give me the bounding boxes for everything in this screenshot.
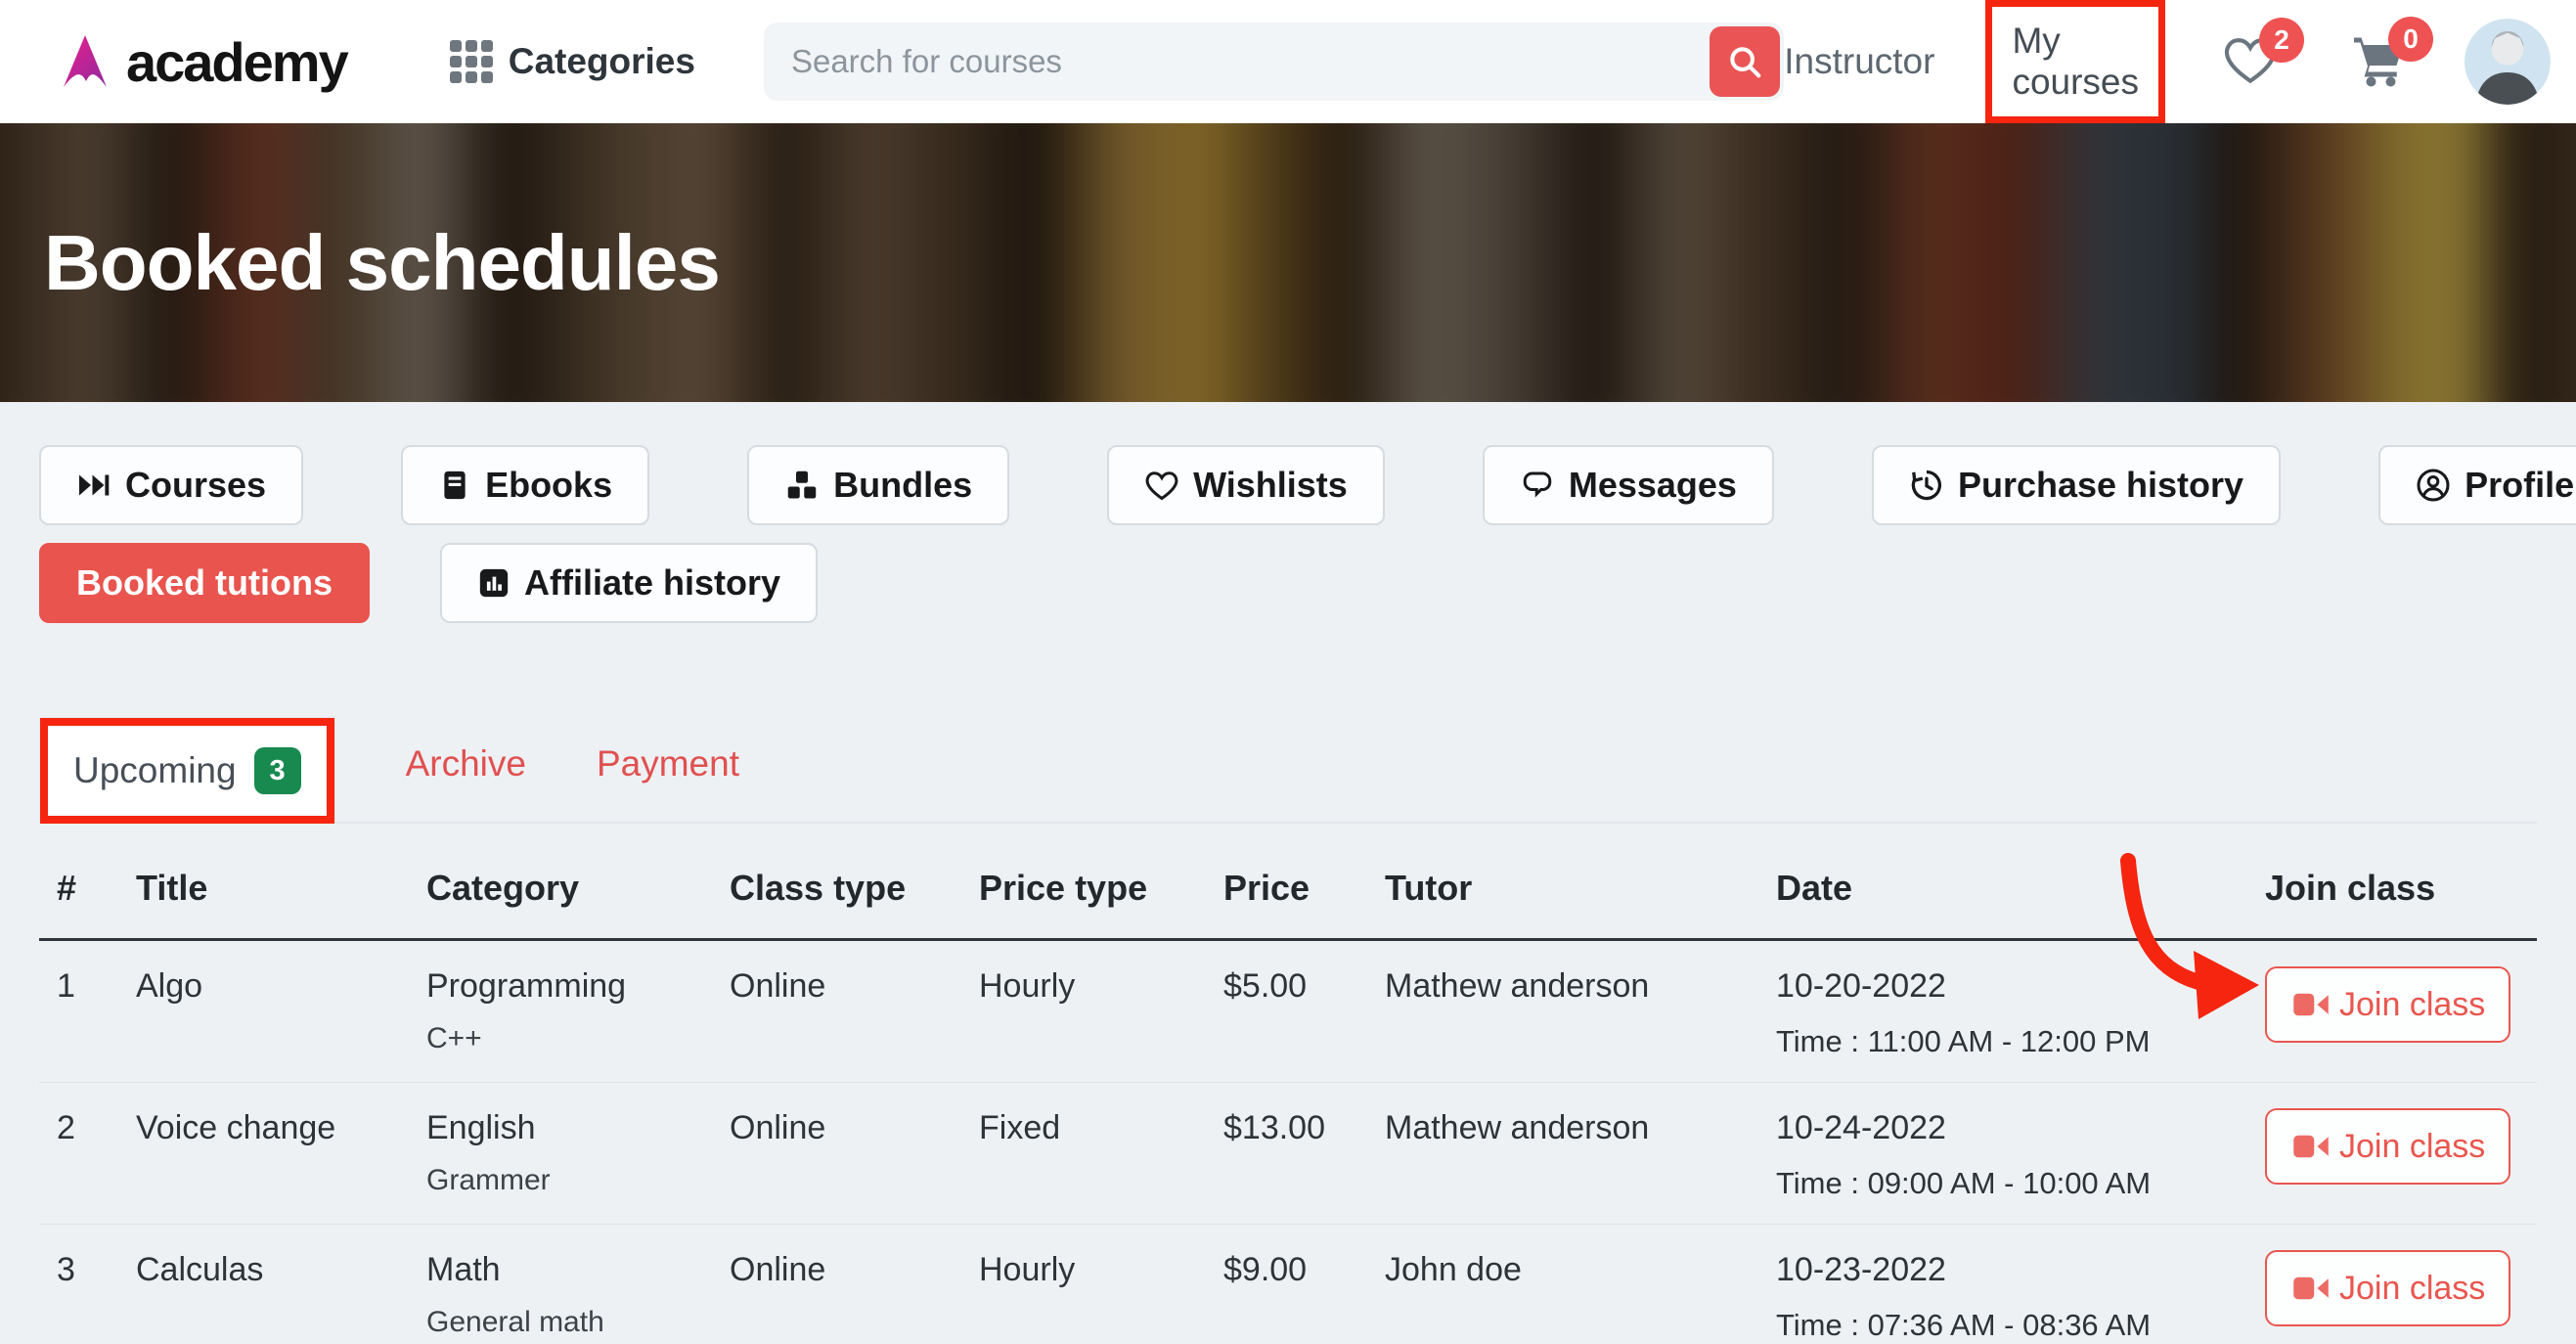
- account-menu-row-2: Booked tutions Affiliate history: [39, 543, 2537, 623]
- col-header-tutor: Tutor: [1369, 868, 1760, 938]
- booked-schedules-table: # Title Category Class type Price type P…: [39, 824, 2537, 1344]
- join-class-button[interactable]: Join class: [2265, 1108, 2510, 1185]
- col-header-price: Price: [1208, 868, 1369, 938]
- avatar-image: [2465, 19, 2551, 105]
- search-button[interactable]: [1710, 26, 1780, 97]
- col-header-num: #: [39, 868, 120, 938]
- account-menu-row-1: Courses Ebooks Bundles Wishlists: [39, 445, 2537, 525]
- col-header-class-type: Class type: [714, 868, 963, 938]
- heart-icon: [1144, 469, 1179, 502]
- academy-logo-icon: [54, 30, 116, 93]
- instructor-link[interactable]: Instructor: [1784, 41, 1934, 82]
- tab-upcoming-label: Upcoming: [73, 750, 237, 791]
- courses-icon: [76, 468, 111, 503]
- search-icon: [1726, 43, 1763, 80]
- cart-button[interactable]: 0: [2349, 32, 2408, 92]
- menu-item-purchase-history[interactable]: Purchase history: [1872, 445, 2281, 525]
- categories-label: Categories: [509, 41, 695, 82]
- schedule-tabs: Upcoming 3 Archive Payment: [39, 717, 2537, 824]
- cart-count-badge: 0: [2388, 17, 2433, 62]
- hero-banner: Booked schedules: [0, 123, 2576, 402]
- main-content: Courses Ebooks Bundles Wishlists: [0, 402, 2576, 1344]
- course-search-bar: [764, 22, 1784, 101]
- grid-icon: [450, 40, 493, 83]
- table-row: 1 Algo Programming C++ Online Hourly $5.…: [39, 941, 2537, 1083]
- table-row: 3 Calculas Math General math Online Hour…: [39, 1225, 2537, 1344]
- menu-item-bundles[interactable]: Bundles: [747, 445, 1009, 525]
- tab-payment[interactable]: Payment: [597, 743, 739, 822]
- join-class-button[interactable]: Join class: [2265, 1250, 2510, 1326]
- col-header-title: Title: [120, 868, 411, 938]
- table-header-row: # Title Category Class type Price type P…: [39, 824, 2537, 941]
- menu-item-messages[interactable]: Messages: [1483, 445, 1774, 525]
- top-navbar: academy Categories Instructor My courses: [0, 0, 2576, 123]
- history-icon: [1909, 468, 1944, 503]
- join-class-button[interactable]: Join class: [2265, 966, 2510, 1043]
- bar-chart-icon: [477, 566, 511, 600]
- brand-logo[interactable]: academy: [54, 30, 347, 94]
- ebook-icon: [438, 468, 471, 503]
- wishlist-button[interactable]: 2: [2222, 33, 2279, 91]
- booked-schedules-page: academy Categories Instructor My courses: [0, 0, 2576, 1344]
- col-header-category: Category: [411, 868, 714, 938]
- video-camera-icon: [2290, 1130, 2332, 1163]
- video-camera-icon: [2290, 1272, 2332, 1305]
- menu-item-wishlists[interactable]: Wishlists: [1107, 445, 1385, 525]
- menu-item-affiliate-history[interactable]: Affiliate history: [440, 543, 818, 623]
- menu-item-courses[interactable]: Courses: [39, 445, 303, 525]
- page-title: Booked schedules: [0, 218, 720, 308]
- menu-item-booked-tutions[interactable]: Booked tutions: [39, 543, 370, 623]
- search-input[interactable]: [791, 43, 1710, 80]
- table-row: 2 Voice change English Grammer Online Fi…: [39, 1083, 2537, 1225]
- upcoming-count-badge: 3: [254, 747, 301, 794]
- messages-icon: [1520, 468, 1555, 503]
- profile-icon: [2416, 468, 2451, 503]
- video-camera-icon: [2290, 988, 2332, 1021]
- wishlist-count-badge: 2: [2259, 18, 2304, 63]
- col-header-join-class: Join class: [2249, 868, 2537, 938]
- brand-name: academy: [126, 30, 347, 94]
- bundles-icon: [784, 468, 820, 503]
- col-header-price-type: Price type: [963, 868, 1208, 938]
- categories-button[interactable]: Categories: [450, 40, 695, 83]
- tab-archive[interactable]: Archive: [406, 743, 526, 822]
- col-header-date: Date: [1760, 868, 2249, 938]
- tab-upcoming[interactable]: Upcoming 3: [39, 717, 335, 824]
- menu-item-profile[interactable]: Profile: [2378, 445, 2576, 525]
- user-avatar[interactable]: [2465, 19, 2551, 105]
- navbar-right-group: Instructor My courses 2 0: [1784, 0, 2551, 123]
- menu-item-ebooks[interactable]: Ebooks: [401, 445, 649, 525]
- my-courses-link[interactable]: My courses: [1985, 0, 2165, 123]
